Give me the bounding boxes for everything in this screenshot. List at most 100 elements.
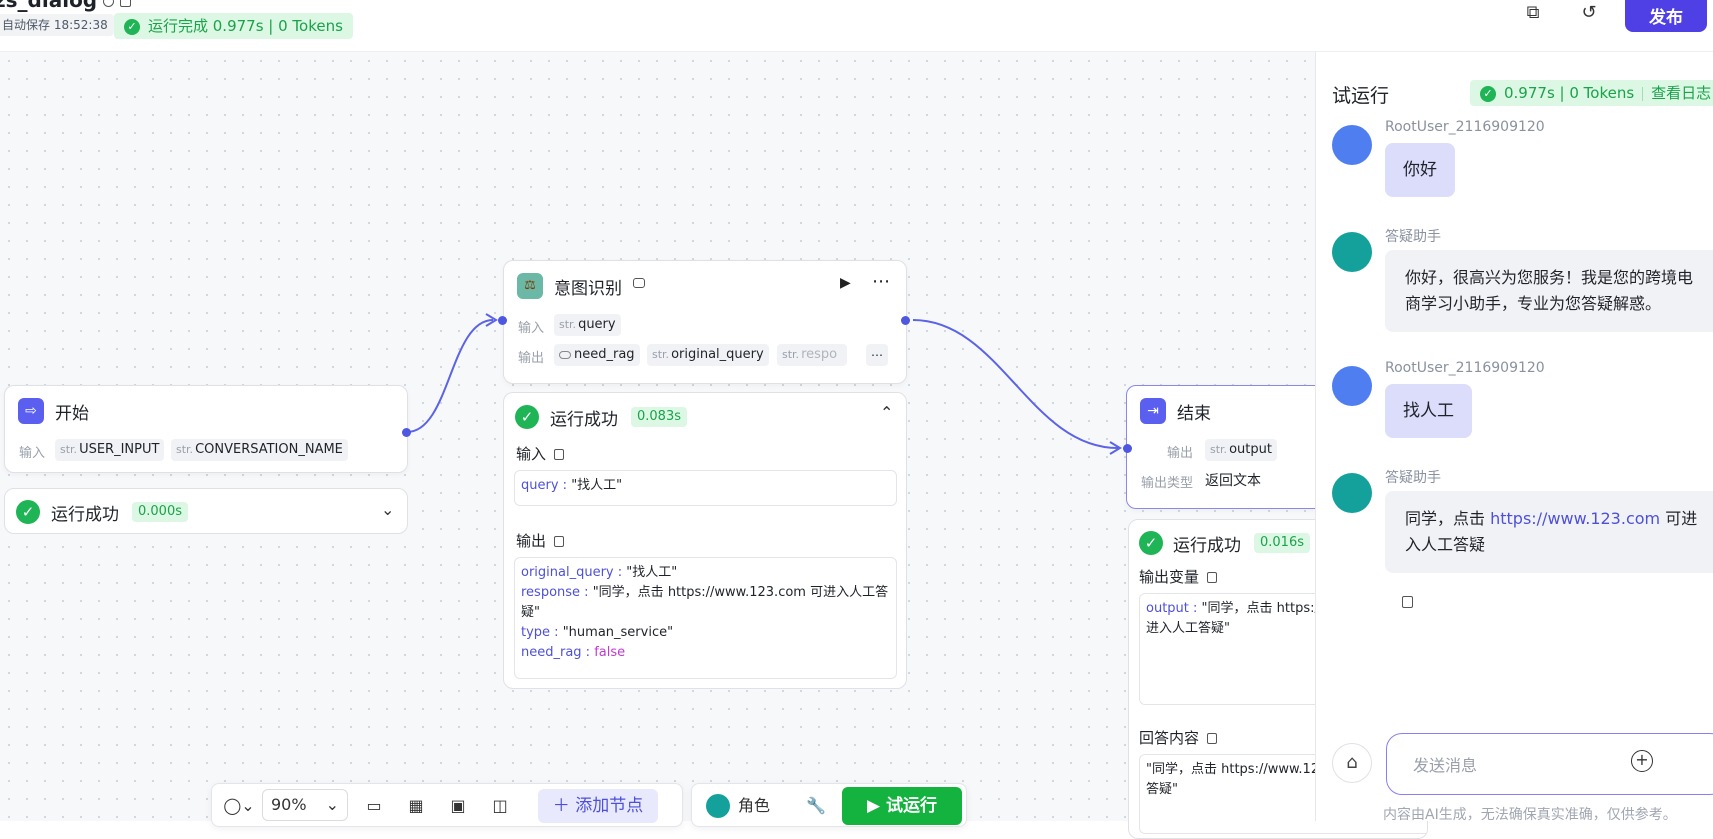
chevron-down-icon: ⌄: [325, 795, 339, 814]
intent-output-tag: need_rag: [554, 344, 640, 366]
copy-icon[interactable]: [554, 449, 565, 460]
bot-message: 同学，点击 https://www.123.com 可进入人工答疑: [1385, 491, 1713, 573]
zoom-select[interactable]: 90% ⌄: [262, 789, 348, 821]
intent-input-port[interactable]: [498, 316, 507, 325]
start-status-text: 运行成功: [51, 505, 119, 525]
check-icon: ✓: [1480, 85, 1496, 102]
chevron-up-icon[interactable]: ⌃: [880, 403, 893, 422]
mouse-mode-icon[interactable]: ◯⌄: [222, 792, 256, 820]
toggle-icon: [559, 350, 571, 359]
intent-output-tag: str. respo: [777, 344, 847, 366]
test-run-panel: 试运行 ✓ 0.977s | 0 Tokens 查看日志 RootUser_2116…: [1315, 52, 1713, 823]
start-input-tag: str. CONVERSATION_NAME: [171, 439, 348, 461]
panel-title: 试运行: [1332, 85, 1390, 107]
message-input[interactable]: 发送消息 +: [1386, 733, 1713, 795]
canvas-toolbar: ◯⌄ 90% ⌄ ▭ ▦ ▣ ◫ ＋ 添加节点: [211, 783, 683, 827]
add-node-button[interactable]: ＋ 添加节点: [538, 789, 658, 823]
service-link[interactable]: https://www.123.com: [1490, 509, 1660, 528]
role-avatar: [706, 794, 730, 818]
intent-time-badge: 0.083s: [631, 407, 687, 427]
copy-icon[interactable]: [1207, 733, 1218, 744]
intent-output-section: 输出: [516, 530, 565, 551]
copy-icon[interactable]: [554, 536, 565, 547]
check-icon: ✓: [124, 18, 140, 35]
end-output-type-label: 输出类型: [1141, 476, 1194, 491]
intent-input-section: 输入: [516, 443, 565, 464]
plus-icon: ＋: [552, 796, 576, 816]
start-time-badge: 0.000s: [132, 502, 188, 522]
start-status-card[interactable]: ✓ 运行成功 0.000s ⌄: [4, 488, 408, 534]
end-output-type-value: 返回文本: [1205, 473, 1261, 489]
intent-node-title: 意图识别: [554, 279, 622, 299]
chevron-down-icon[interactable]: ⌄: [381, 500, 394, 519]
model-icon: [633, 278, 645, 288]
intent-node[interactable]: ⚖ 意图识别 ▶ ⋯ 输入 str. query 输出 need_rag str.…: [503, 260, 907, 384]
intent-output-tag: str. original_query: [647, 344, 769, 366]
intent-output-box: original_query : "找人工" response : "同学，点击…: [514, 557, 897, 679]
end-time-badge: 0.016s: [1254, 533, 1310, 553]
end-output-label: 输出: [1167, 446, 1194, 461]
user-message: 找人工: [1385, 384, 1472, 438]
end-node-title: 结束: [1177, 404, 1211, 424]
success-icon: ✓: [515, 405, 539, 429]
user-avatar: [1332, 125, 1372, 165]
copy-icon[interactable]: [1402, 596, 1413, 608]
plus-circle-icon[interactable]: +: [1631, 750, 1653, 772]
end-output-tag: str. output: [1205, 439, 1277, 461]
success-icon: ✓: [16, 500, 40, 524]
start-icon: ⇨: [18, 398, 44, 424]
play-icon[interactable]: ▶: [840, 275, 851, 291]
role-button[interactable]: 角色: [734, 792, 774, 820]
end-status-text: 运行成功: [1173, 536, 1241, 556]
run-status-badge: ✓ 运行完成 0.977s | 0 Tokens: [114, 13, 353, 39]
app-title: zs_dialog: [0, 0, 132, 12]
minimap-icon[interactable]: ◫: [488, 792, 512, 820]
copy-icon[interactable]: [1207, 572, 1218, 583]
more-icon[interactable]: ⋯: [872, 271, 890, 292]
intent-output-port[interactable]: [901, 316, 910, 325]
publish-button[interactable]: 发布: [1625, 0, 1707, 32]
test-run-button[interactable]: ▶ 试运行: [842, 787, 962, 825]
message-sender: RootUser_2116909120: [1385, 360, 1545, 376]
copy-workflow-icon[interactable]: ⧉: [1522, 2, 1544, 24]
end-input-port[interactable]: [1123, 444, 1132, 453]
end-icon: ⇥: [1140, 398, 1166, 424]
start-input-label: 输入: [19, 446, 46, 461]
top-bar: zs_dialog 自动保存 18:52:38 ✓ 运行完成 0.977s | 0…: [0, 0, 1713, 52]
message-sender: 答疑助手: [1385, 229, 1441, 245]
run-toolbar: 角色 🔧 ▶ 试运行: [691, 783, 967, 827]
ai-disclaimer: 内容由AI生成，无法确保真实准确，仅供参考。: [1383, 807, 1677, 823]
wrench-icon[interactable]: 🔧: [804, 792, 828, 820]
start-node[interactable]: ⇨ 开始 输入 str. USER_INPUT str. CONVERSATION_…: [4, 385, 408, 473]
more-outputs-button[interactable]: ⋯: [866, 344, 888, 366]
intent-output-label: 输出: [518, 351, 545, 366]
bot-avatar: [1332, 232, 1372, 272]
intent-input-label: 输入: [518, 321, 545, 336]
edit-icon[interactable]: [120, 0, 132, 7]
intent-status-text: 运行成功: [550, 410, 618, 430]
edge-start-intent: [406, 319, 494, 433]
scale-icon: ⚖: [517, 273, 543, 299]
end-answer-section: 回答内容: [1139, 727, 1218, 748]
user-message: 你好: [1385, 143, 1455, 197]
start-output-port[interactable]: [402, 428, 411, 437]
view-log-link[interactable]: 查看日志: [1651, 84, 1711, 102]
user-avatar: [1332, 366, 1372, 406]
success-icon: ✓: [1139, 531, 1163, 555]
intent-input-box: query : "找人工": [514, 470, 897, 506]
history-icon[interactable]: ↺: [1578, 2, 1600, 24]
start-node-title: 开始: [55, 404, 89, 424]
intent-status-card: ✓ 运行成功 0.083s ⌃ 输入 query : "找人工" 输出 orig…: [503, 392, 907, 689]
intent-input-tag: str. query: [554, 314, 621, 336]
bot-avatar: [1332, 473, 1372, 513]
input-placeholder: 发送消息: [1413, 756, 1478, 775]
layout-icon[interactable]: ▦: [404, 792, 428, 820]
clear-chat-icon[interactable]: ⌂: [1332, 743, 1372, 783]
workflow-canvas[interactable]: ⇨ 开始 输入 str. USER_INPUT str. CONVERSATION_…: [0, 52, 1428, 839]
panel-stats-badge: ✓ 0.977s | 0 Tokens 查看日志: [1470, 80, 1713, 106]
message-sender: RootUser_2116909120: [1385, 119, 1545, 135]
comment-icon[interactable]: ▭: [362, 792, 386, 820]
play-icon: ▶: [867, 796, 886, 816]
info-icon[interactable]: [103, 0, 115, 7]
image-icon[interactable]: ▣: [446, 792, 470, 820]
